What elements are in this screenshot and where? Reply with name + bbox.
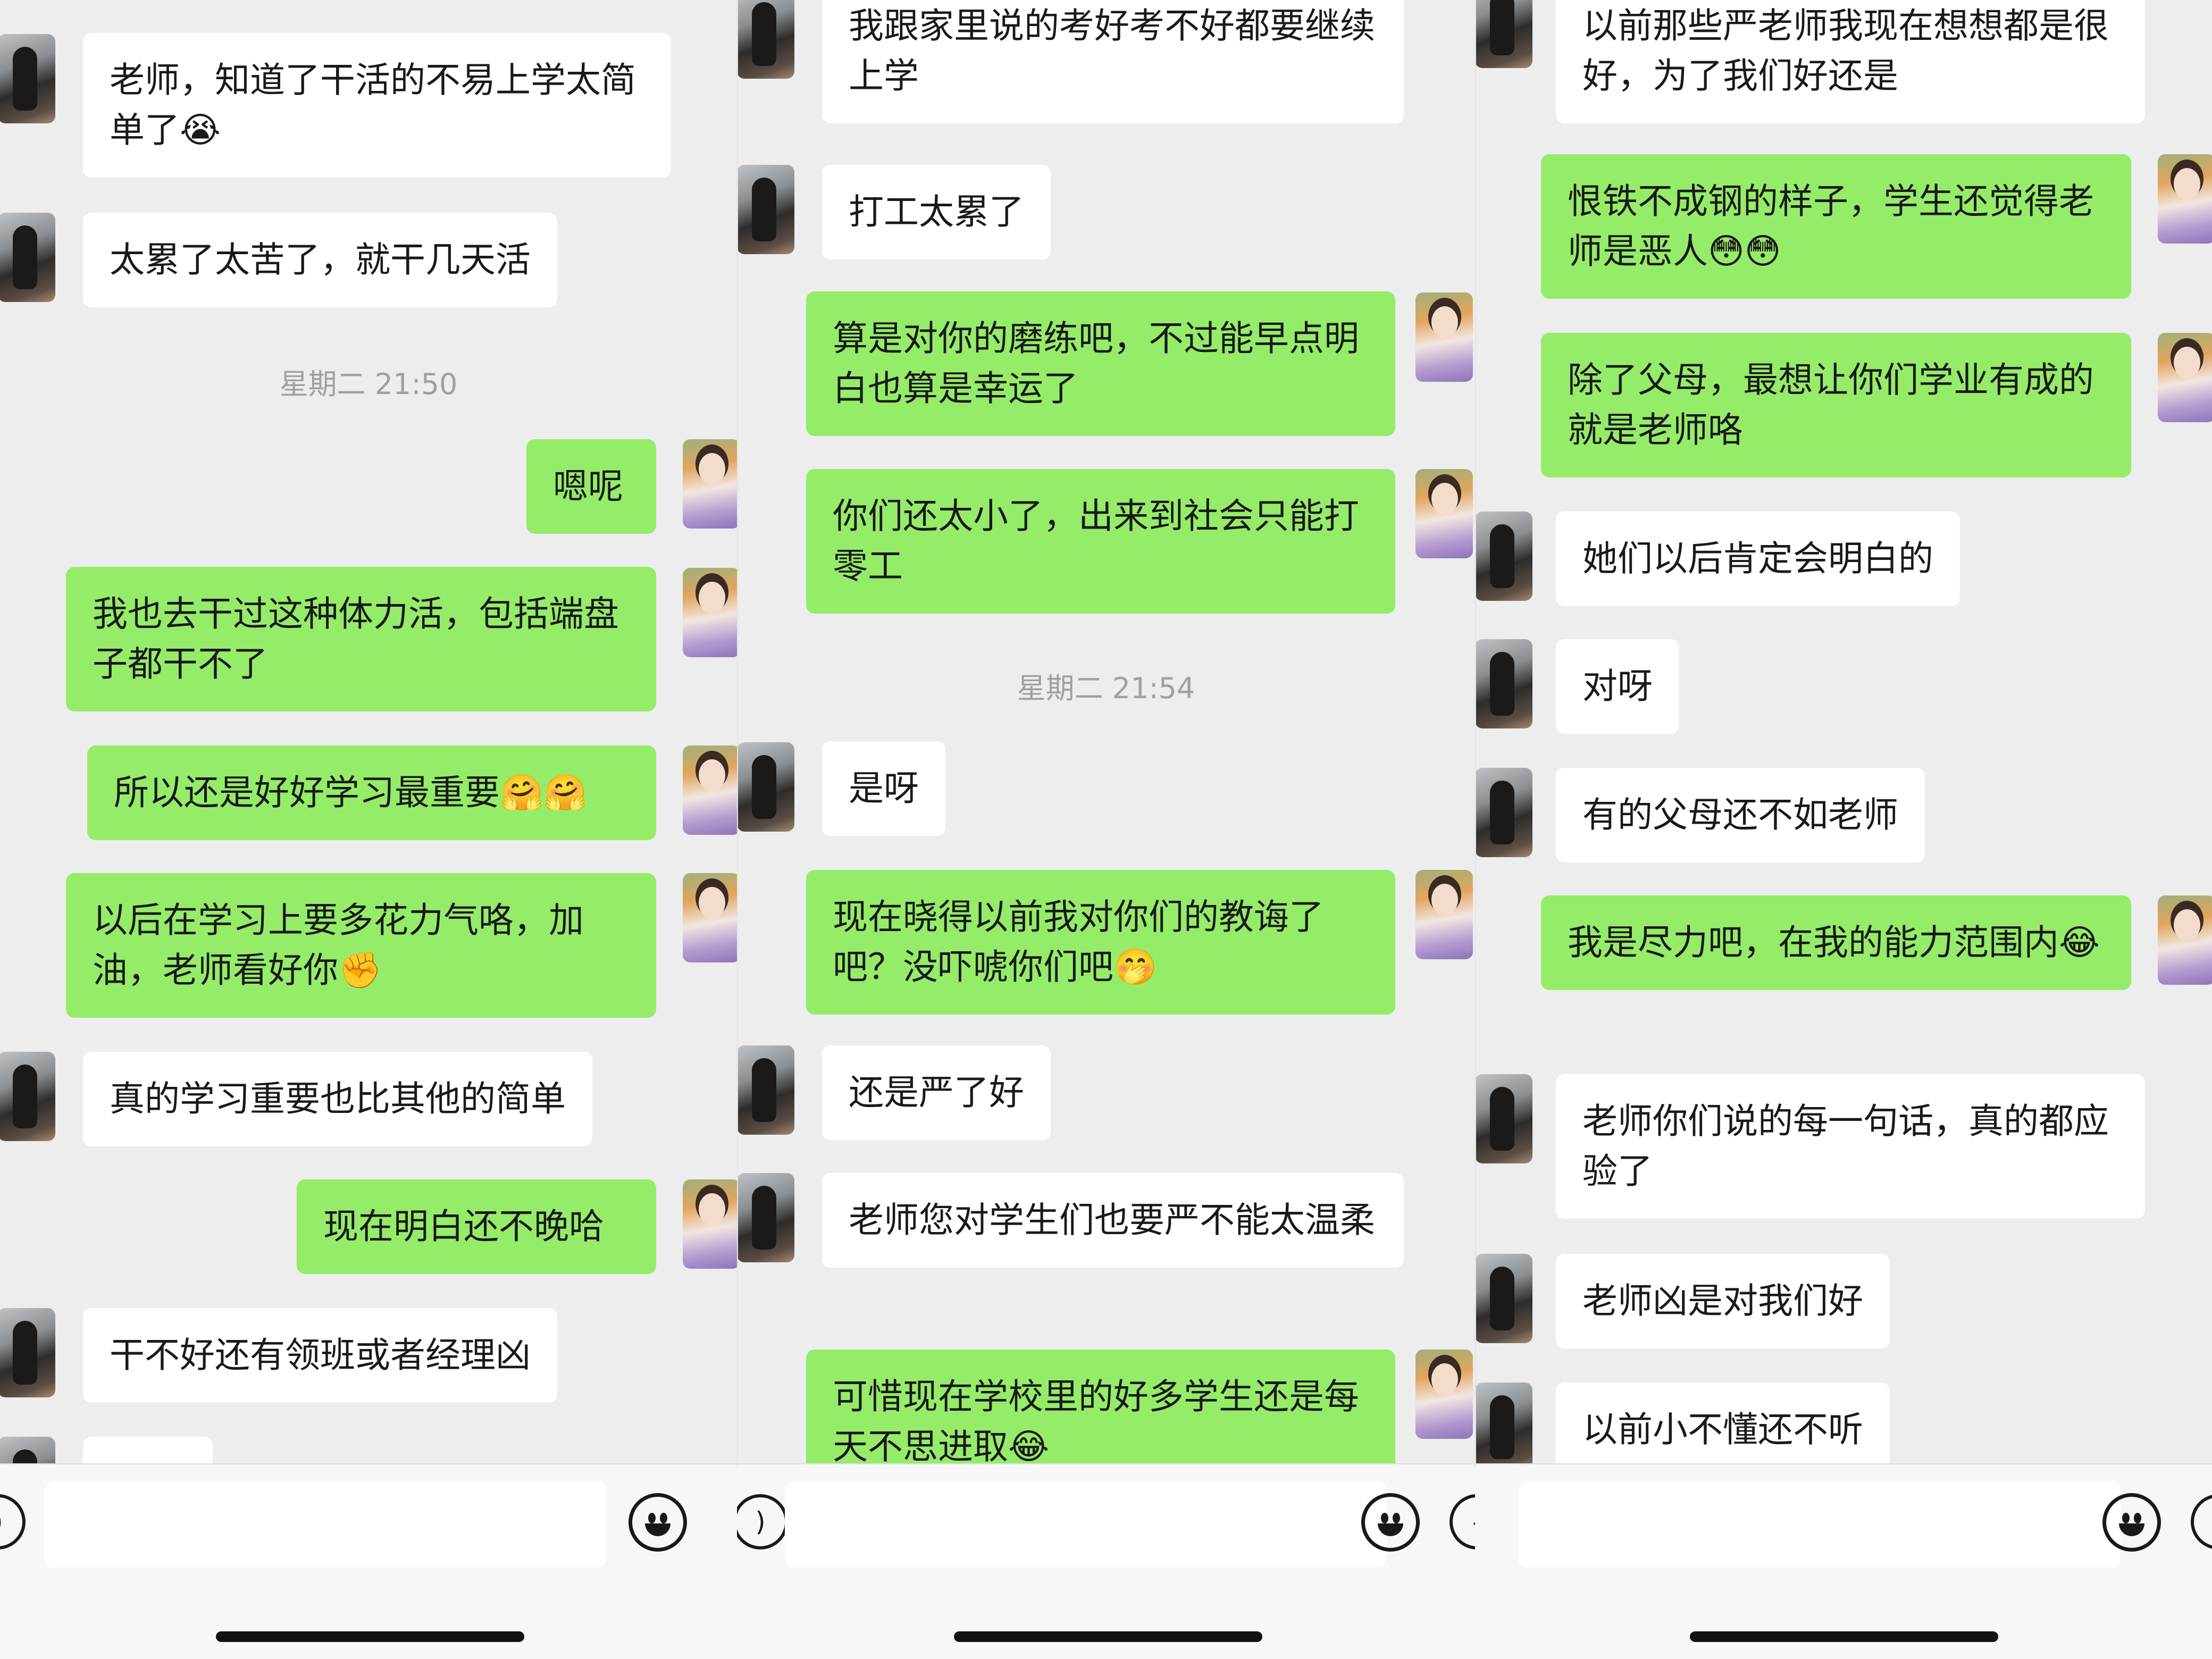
self-avatar[interactable] bbox=[1415, 292, 1473, 382]
emoji-icon[interactable] bbox=[629, 1493, 687, 1552]
contact-avatar[interactable] bbox=[0, 1052, 55, 1141]
emoji-icon[interactable] bbox=[2102, 1493, 2161, 1552]
self-avatar[interactable] bbox=[1415, 1350, 1473, 1439]
message-bubble[interactable]: 是呀 bbox=[822, 741, 945, 836]
chat-panel-1: 老师，知道了干活的不易上学太简单了😭 太累了太苦了，就干几天活 星期二 21:5… bbox=[0, 0, 737, 1659]
message-bubble[interactable]: 以前小不懂还不听 bbox=[1556, 1382, 1890, 1463]
home-indicator bbox=[1690, 1631, 1998, 1642]
chat-panel-3: 以前那些严老师我现在想想都是很好，为了我们好还是 恨铁不成钢的样子，学生还觉得老… bbox=[1475, 0, 2212, 1659]
message-list[interactable]: 我跟家里说的考好考不好都要继续上学 打工太累了 算是对你的磨练吧，不过能早点明白… bbox=[737, 0, 1475, 1463]
self-avatar[interactable] bbox=[683, 873, 737, 962]
message-bubble[interactable]: 她们以后肯定会明白的 bbox=[1556, 512, 1960, 606]
self-avatar[interactable] bbox=[683, 439, 737, 529]
contact-avatar[interactable] bbox=[737, 1173, 794, 1262]
self-avatar[interactable] bbox=[1415, 469, 1473, 558]
message-bubble[interactable]: 还是严了好 bbox=[822, 1045, 1051, 1140]
home-indicator bbox=[954, 1631, 1262, 1642]
message-bubble[interactable]: 我跟家里说的考好考不好都要继续上学 bbox=[822, 0, 1404, 123]
message-bubble[interactable]: 恨铁不成钢的样子，学生还觉得老师是恶人😳😳 bbox=[1541, 154, 2131, 299]
home-indicator bbox=[216, 1631, 524, 1642]
message-bubble[interactable]: 嗯呢 bbox=[526, 439, 656, 534]
contact-avatar[interactable] bbox=[1475, 1074, 1532, 1163]
contact-avatar[interactable] bbox=[737, 742, 794, 832]
self-avatar[interactable] bbox=[683, 568, 737, 657]
message-bubble[interactable]: 除了父母，最想让你们学业有成的就是老师咯 bbox=[1541, 333, 2131, 477]
self-avatar[interactable] bbox=[1415, 870, 1473, 959]
contact-avatar[interactable] bbox=[0, 1437, 55, 1463]
contact-avatar[interactable] bbox=[1475, 639, 1532, 728]
message-bubble[interactable]: 对呀 bbox=[1556, 639, 1679, 734]
message-bubble[interactable]: 我是尽力吧，在我的能力范围内😂 bbox=[1541, 895, 2131, 990]
self-avatar[interactable] bbox=[2158, 154, 2212, 244]
message-bubble[interactable]: 干不好还有领班或者经理凶 bbox=[83, 1308, 557, 1403]
contact-avatar[interactable] bbox=[0, 34, 55, 123]
contact-avatar[interactable] bbox=[1475, 1382, 1532, 1463]
self-avatar[interactable] bbox=[2158, 895, 2212, 985]
message-input[interactable] bbox=[45, 1481, 606, 1568]
self-avatar[interactable] bbox=[683, 1179, 737, 1269]
message-bubble[interactable]: 现在明白还不晚哈 bbox=[297, 1179, 656, 1274]
message-bubble[interactable]: 太累了太苦了，就干几天活 bbox=[83, 213, 557, 307]
message-bubble[interactable]: 算是对你的磨练吧，不过能早点明白也算是幸运了 bbox=[806, 291, 1395, 436]
self-avatar[interactable] bbox=[2158, 333, 2212, 422]
contact-avatar[interactable] bbox=[1475, 768, 1532, 857]
contact-avatar[interactable] bbox=[0, 1308, 55, 1397]
message-bubble[interactable]: 老师你们说的每一句话，真的都应验了 bbox=[1556, 1074, 2145, 1219]
message-bubble[interactable]: 所以还是好好学习最重要🤗🤗 bbox=[87, 745, 656, 840]
contact-avatar[interactable] bbox=[1475, 1254, 1532, 1343]
contact-avatar[interactable] bbox=[737, 1045, 794, 1135]
message-bubble[interactable]: 你们还太小了，出来到社会只能打零工 bbox=[806, 469, 1395, 614]
contact-avatar[interactable] bbox=[737, 165, 794, 254]
panel-divider bbox=[1475, 0, 1476, 1468]
message-bubble[interactable]: 老师您对学生们也要严不能太温柔 bbox=[822, 1173, 1404, 1268]
message-list[interactable]: 以前那些严老师我现在想想都是很好，为了我们好还是 恨铁不成钢的样子，学生还觉得老… bbox=[1475, 0, 2212, 1463]
message-bubble[interactable]: 我也去干过这种体力活，包括端盘子都干不了 bbox=[66, 567, 656, 711]
message-bubble[interactable]: 老师凶是对我们好 bbox=[1556, 1254, 1890, 1348]
contact-avatar[interactable] bbox=[0, 213, 55, 302]
message-bubble[interactable]: 可惜现在学校里的好多学生还是每天不思进取😂 bbox=[806, 1350, 1395, 1463]
panel-divider bbox=[737, 0, 738, 1468]
contact-avatar[interactable] bbox=[1475, 512, 1532, 601]
message-bubble[interactable]: 老师，知道了干活的不易上学太简单了😭 bbox=[83, 33, 671, 178]
timestamp: 星期二 21:50 bbox=[279, 367, 458, 401]
self-avatar[interactable] bbox=[683, 745, 737, 835]
message-bubble[interactable]: 以前那些严老师我现在想想都是很好，为了我们好还是 bbox=[1556, 0, 2145, 123]
contact-avatar[interactable] bbox=[737, 0, 794, 79]
chat-panel-2: 我跟家里说的考好考不好都要继续上学 打工太累了 算是对你的磨练吧，不过能早点明白… bbox=[737, 0, 1475, 1659]
message-input[interactable] bbox=[1519, 1481, 2121, 1568]
message-bubble[interactable]: 有的父母还不如老师 bbox=[1556, 768, 1925, 862]
timestamp: 星期二 21:54 bbox=[1017, 672, 1195, 705]
message-bubble[interactable]: 以后在学习上要多花力气咯，加油，老师看好你✊ bbox=[66, 873, 656, 1018]
message-bubble[interactable]: 真的学习重要也比其他的简单 bbox=[83, 1052, 592, 1146]
message-bubble[interactable]: 打工太累了 bbox=[822, 165, 1051, 259]
emoji-icon[interactable] bbox=[1361, 1493, 1420, 1552]
message-list[interactable]: 老师，知道了干活的不易上学太简单了😭 太累了太苦了，就干几天活 星期二 21:5… bbox=[0, 0, 737, 1463]
message-input[interactable] bbox=[785, 1481, 1387, 1568]
contact-avatar[interactable] bbox=[1475, 0, 1532, 68]
message-bubble[interactable] bbox=[83, 1437, 213, 1463]
message-bubble[interactable]: 现在晓得以前我对你们的教诲了吧？没吓唬你们吧🤭 bbox=[806, 870, 1395, 1015]
